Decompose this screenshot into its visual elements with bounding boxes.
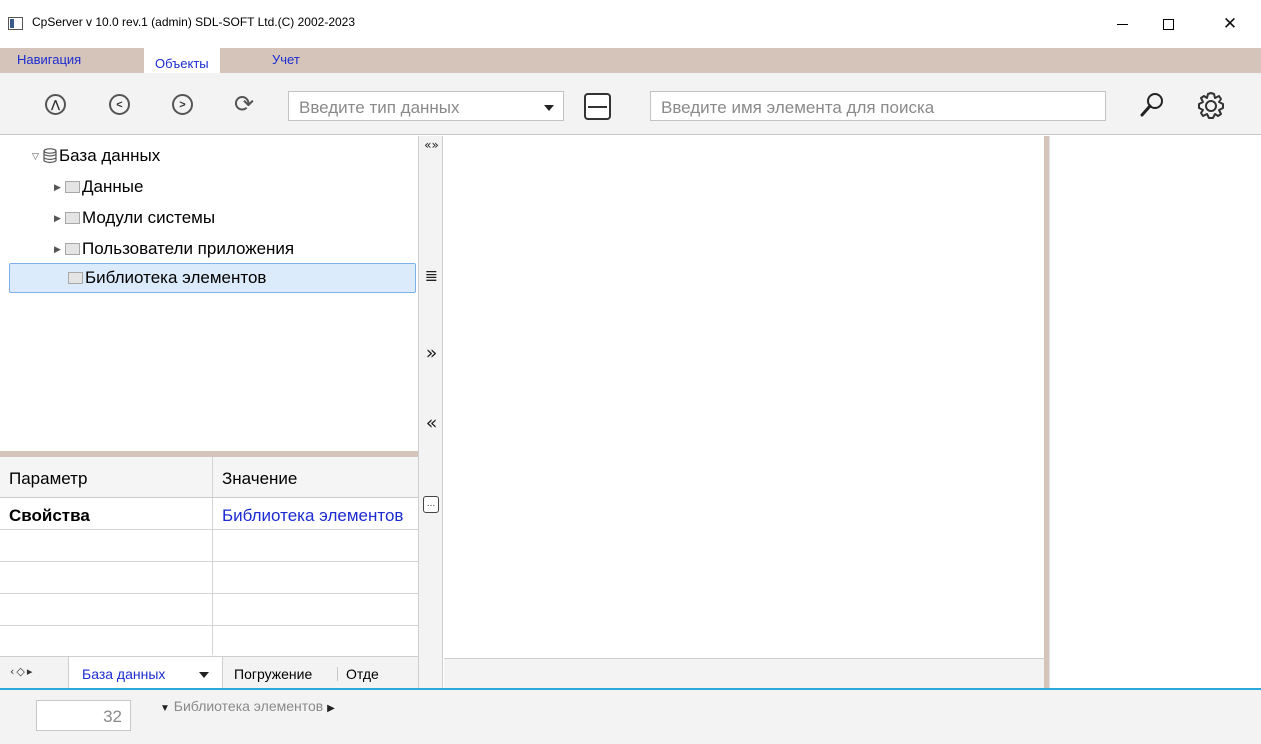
- toggle-panels-icon[interactable]: «»: [419, 138, 444, 152]
- content-footer: [444, 658, 1044, 688]
- folder-icon: [65, 212, 80, 224]
- tree-item-database[interactable]: ▽ База данных: [32, 141, 160, 171]
- gear-icon[interactable]: [1195, 90, 1227, 122]
- tab-database[interactable]: База данных: [68, 657, 223, 689]
- window-title: CpServer v 10.0 rev.1 (admin) SDL-SOFT L…: [32, 15, 356, 29]
- tree-item-label: База данных: [59, 146, 161, 165]
- folder-icon: [65, 243, 80, 255]
- close-button[interactable]: ✕: [1207, 0, 1253, 48]
- minimize-button[interactable]: [1099, 0, 1145, 48]
- tab-navigation[interactable]: Навигация: [17, 52, 81, 67]
- tree-panel: ▽ База данных ▶ Данные ▶ Модули системы …: [0, 136, 418, 451]
- menu-bar: Навигация Объекты Учет: [0, 48, 1261, 73]
- up-circle-icon: ⋀: [50, 99, 61, 111]
- panel-control-strip: «» ≣ » « …: [418, 136, 443, 688]
- minimize-icon: [1116, 23, 1128, 25]
- refresh-icon: ⟳: [233, 90, 255, 118]
- right-panel: [1049, 136, 1261, 688]
- breadcrumb[interactable]: ▼ Библиотека элементов ▶: [160, 698, 335, 714]
- main-content-area[interactable]: [444, 136, 1044, 658]
- forward-button[interactable]: >: [172, 94, 193, 115]
- refresh-button[interactable]: ⟳: [230, 91, 258, 119]
- storage-button[interactable]: [584, 93, 611, 120]
- collapse-icon[interactable]: ▽: [32, 151, 43, 162]
- search-icon[interactable]: [1137, 90, 1167, 120]
- toolbar: ⋀ < > ⟳ Введите тип данных Введите имя э…: [0, 73, 1261, 135]
- tree-item-system-modules[interactable]: ▶ Модули системы: [54, 203, 215, 233]
- property-grid: Параметр Значение Свойства Библиотека эл…: [0, 457, 418, 658]
- search-input[interactable]: Введите имя элемента для поиска: [650, 91, 1106, 121]
- tab-database-label: База данных: [82, 666, 166, 682]
- table-row[interactable]: Свойства Библиотека элементов: [0, 498, 418, 530]
- table-row[interactable]: [0, 594, 418, 626]
- more-icon[interactable]: …: [423, 496, 439, 513]
- search-placeholder: Введите имя элемента для поиска: [661, 98, 935, 117]
- property-name: Свойства: [9, 506, 90, 525]
- status-bar: 32 ▼ Библиотека элементов ▶: [0, 688, 1261, 744]
- tree-item-label: Пользователи приложения: [82, 239, 295, 258]
- tree-item-label: Данные: [82, 177, 144, 196]
- folder-icon: [65, 181, 80, 193]
- database-icon: [43, 148, 57, 164]
- expand-icon[interactable]: ▶: [54, 182, 65, 193]
- expand-right-icon[interactable]: »: [419, 342, 444, 364]
- grid-header: Параметр Значение: [0, 457, 418, 498]
- chevron-down-icon[interactable]: [199, 672, 209, 678]
- close-icon: ✕: [1222, 14, 1238, 34]
- bottom-tabs: ‹◇▸ База данных Погружение Отде: [0, 656, 418, 689]
- tab-scroll-controls[interactable]: ‹◇▸: [10, 665, 34, 678]
- maximize-button[interactable]: [1145, 0, 1191, 48]
- tree-item-label: Модули системы: [82, 208, 216, 227]
- back-button[interactable]: <: [109, 94, 130, 115]
- column-header-value[interactable]: Значение: [222, 469, 297, 489]
- title-bar: CpServer v 10.0 rev.1 (admin) SDL-SOFT L…: [0, 0, 1261, 48]
- breadcrumb-item[interactable]: Библиотека элементов: [174, 698, 323, 714]
- tab-objects[interactable]: Объекты: [144, 48, 220, 73]
- tab-immersion[interactable]: Погружение: [234, 666, 312, 682]
- forward-circle-icon: >: [179, 98, 186, 111]
- maximize-icon: [1162, 18, 1174, 30]
- table-row[interactable]: [0, 530, 418, 562]
- tree-item-label: Библиотека элементов: [85, 268, 267, 287]
- data-type-combo[interactable]: Введите тип данных: [288, 91, 564, 121]
- count-field[interactable]: 32: [36, 700, 131, 731]
- tab-separator: [337, 667, 338, 681]
- table-row[interactable]: [0, 626, 418, 658]
- list-icon[interactable]: ≣: [419, 266, 444, 285]
- up-button[interactable]: ⋀: [45, 94, 66, 115]
- expand-icon[interactable]: ▶: [54, 213, 65, 224]
- column-divider[interactable]: [212, 457, 213, 655]
- table-row[interactable]: [0, 562, 418, 594]
- tree-item-element-library[interactable]: Библиотека элементов: [9, 263, 416, 293]
- tree-item-app-users[interactable]: ▶ Пользователи приложения: [54, 234, 294, 264]
- back-circle-icon: <: [116, 98, 123, 111]
- collapse-left-icon[interactable]: «: [419, 412, 444, 434]
- folder-icon: [68, 272, 83, 284]
- tab-accounting[interactable]: Учет: [272, 52, 300, 67]
- caret-down-icon: ▼: [160, 703, 170, 714]
- data-type-placeholder: Введите тип данных: [299, 98, 460, 117]
- property-value[interactable]: Библиотека элементов: [222, 506, 415, 526]
- caret-right-icon[interactable]: ▶: [327, 703, 335, 714]
- chevron-down-icon[interactable]: [544, 105, 554, 111]
- tab-department[interactable]: Отде: [346, 666, 379, 682]
- expand-icon[interactable]: ▶: [54, 244, 65, 255]
- count-value: 32: [103, 707, 122, 726]
- app-icon: [8, 17, 23, 30]
- tree-item-data[interactable]: ▶ Данные: [54, 172, 143, 202]
- column-header-parameter[interactable]: Параметр: [9, 469, 87, 489]
